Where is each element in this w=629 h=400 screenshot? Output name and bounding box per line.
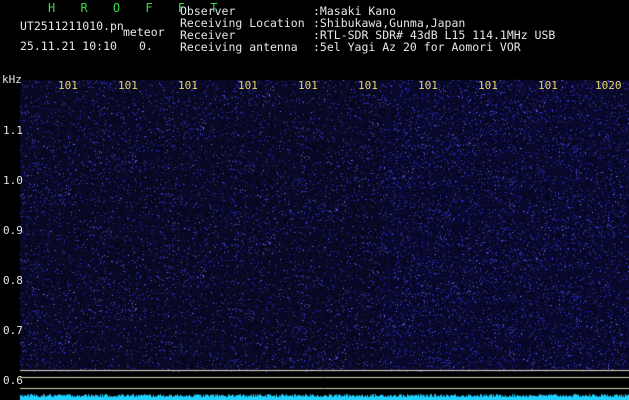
spectrogram-plot — [0, 76, 629, 400]
header-panel: H R O F F T UT2511211010.pn meteor 25.11… — [0, 0, 629, 76]
y-axis-unit: kHz — [2, 73, 22, 86]
time-tick-label: 101 — [178, 79, 198, 92]
y-tick-label: 0.8 — [3, 274, 23, 287]
time-tick-label: 101 — [238, 79, 258, 92]
y-tick-label: 1.0 — [3, 174, 23, 187]
event-count: 0. — [139, 39, 153, 53]
time-tick-label: 1020 — [595, 79, 622, 92]
event-type: meteor — [123, 25, 165, 39]
y-tick-label: 0.9 — [3, 224, 23, 237]
time-tick-label: 101 — [538, 79, 558, 92]
time-tick-label: 101 — [118, 79, 138, 92]
antenna-label: Receiving antenna — [180, 40, 298, 54]
time-tick-label: 101 — [298, 79, 318, 92]
file-name: UT2511211010.pn — [20, 19, 124, 33]
time-tick-label: 101 — [478, 79, 498, 92]
antenna-value: :5el Yagi Az 20 for Aomori VOR — [313, 40, 521, 54]
y-tick-label: 1.1 — [3, 124, 23, 137]
y-tick-label: 0.6 — [3, 374, 23, 387]
y-tick-label: 0.7 — [3, 324, 23, 337]
time-tick-label: 101 — [58, 79, 78, 92]
date-time: 25.11.21 10:10 — [20, 39, 117, 53]
time-tick-label: 101 — [358, 79, 378, 92]
time-tick-label: 101 — [418, 79, 438, 92]
